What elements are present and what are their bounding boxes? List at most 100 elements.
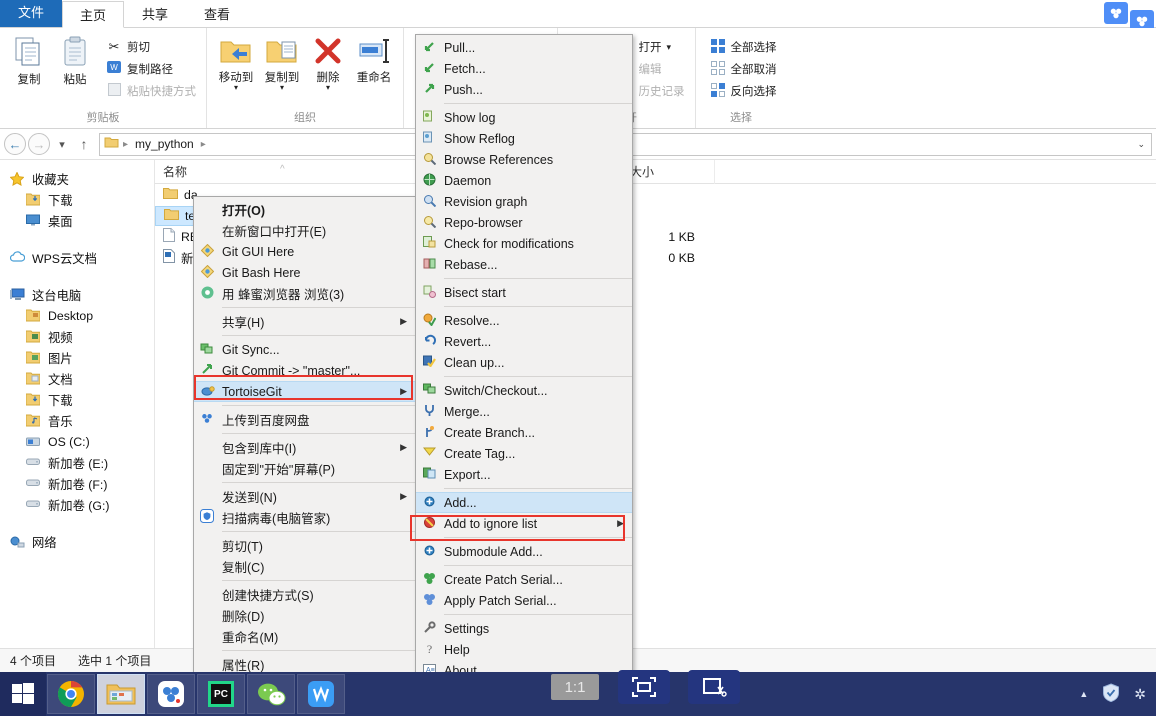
menu-item-help[interactable]: ? Help [416,639,632,660]
up-arrow-icon[interactable]: ↑ [74,136,94,152]
menu-item-create-patch-serial[interactable]: Create Patch Serial... [416,569,632,590]
menu-item-add-to-ignore-list[interactable]: Add to ignore list ▶ [416,513,632,534]
menu-item-fetch[interactable]: Fetch... [416,58,632,79]
menu-item-tortoisegit[interactable]: TortoiseGit ▶ [194,381,415,402]
chevron-down-icon[interactable]: ⌄ [1137,139,1147,150]
menu-item-submodule-add[interactable]: Submodule Add... [416,541,632,562]
ribbon-copy-button[interactable]: 复制 [6,32,52,87]
tortoisegit-submenu[interactable]: Pull... Fetch... Push... Show log Show R… [415,34,633,684]
ribbon-paste-button[interactable]: 粘贴 [52,32,98,87]
taskbar-item-file-explorer[interactable] [97,674,145,714]
menu-item-add[interactable]: Add... [416,492,632,513]
sidebar-item-videos[interactable]: 视频 [0,326,154,347]
menu-item-browse-references[interactable]: Browse References [416,149,632,170]
tab-file[interactable]: 文件 [0,0,63,27]
capture-region-button[interactable] [618,670,670,704]
tab-home[interactable]: 主页 [62,1,125,28]
menu-item-include-in-library[interactable]: 包含到库中(I) ▶ [194,437,415,458]
menu-item-copy[interactable]: 复制(C) [194,556,415,577]
menu-item-git-bash-here[interactable]: Git Bash Here [194,262,415,283]
sidebar-item-desktop[interactable]: 桌面 [0,210,154,231]
ribbon-copy-to-button[interactable]: 复制到 ▾ [259,32,305,92]
show-hidden-icons[interactable]: ▲ [1079,689,1088,699]
menu-item-share[interactable]: 共享(H) ▶ [194,311,415,332]
menu-item-merge[interactable]: Merge... [416,401,632,422]
settings-icon[interactable]: ✲ [1134,686,1146,703]
recent-locations-icon[interactable]: ▾ [52,138,72,151]
menu-item-cut[interactable]: 剪切(T) [194,535,415,556]
breadcrumb-my-python[interactable]: my_python [132,137,197,151]
menu-item-push[interactable]: Push... [416,79,632,100]
sidebar-item-drive-f[interactable]: 新加卷 (F:) [0,473,154,494]
menu-item-browse-with-honey[interactable]: 用 蜂蜜浏览器 浏览(3) [194,283,415,304]
ribbon-invert-selection-button[interactable]: 反向选择 [706,80,781,102]
menu-item-export[interactable]: Export... [416,464,632,485]
menu-item-resolve[interactable]: Resolve... [416,310,632,331]
menu-item-daemon[interactable]: Daemon [416,170,632,191]
menu-item-rename[interactable]: 重命名(M) [194,626,415,647]
menu-item-open-new-window[interactable]: 在新窗口中打开(E) [194,220,415,241]
sidebar-item-downloads[interactable]: 下载 [0,189,154,210]
sidebar-item-wps-cloud[interactable]: WPS云文档 [0,247,154,268]
sidebar-item-desktop-pc[interactable]: Desktop [0,305,154,326]
tab-share[interactable]: 共享 [124,0,186,27]
menu-item-bisect-start[interactable]: Bisect start [416,282,632,303]
sidebar-item-documents[interactable]: 文档 [0,368,154,389]
sidebar-item-pictures[interactable]: 图片 [0,347,154,368]
menu-item-send-to[interactable]: 发送到(N) ▶ [194,486,415,507]
ribbon-cut-button[interactable]: ✂ 剪切 [102,36,200,58]
menu-item-git-gui-here[interactable]: Git GUI Here [194,241,415,262]
menu-item-create-branch[interactable]: Create Branch... [416,422,632,443]
taskbar-item-wechat[interactable] [247,674,295,714]
menu-item-git-commit[interactable]: Git Commit -> "master"... [194,360,415,381]
chevron-down-icon[interactable]: ▾ [234,84,238,92]
breadcrumb-separator-1[interactable]: ▸ [201,139,206,150]
menu-item-open[interactable]: 打开(O) [194,199,415,220]
ribbon-copy-path-button[interactable]: W 复制路径 [102,58,200,80]
menu-item-git-sync[interactable]: Git Sync... [194,339,415,360]
snip-button[interactable] [688,670,740,704]
ribbon-select-none-button[interactable]: 全部取消 [706,58,781,80]
taskbar-item-chrome[interactable] [47,674,95,714]
ribbon-move-to-button[interactable]: 移动到 ▾ [213,32,259,92]
menu-item-repo-browser[interactable]: Repo-browser [416,212,632,233]
security-shield-icon[interactable] [1102,683,1120,705]
menu-item-create-tag[interactable]: Create Tag... [416,443,632,464]
sidebar-item-favorites[interactable]: 收藏夹 [0,168,154,189]
sidebar-item-os-c[interactable]: OS (C:) [0,431,154,452]
context-menu[interactable]: 打开(O) 在新窗口中打开(E) Git GUI Here Git Bash H… [193,196,416,678]
menu-item-settings[interactable]: Settings [416,618,632,639]
menu-item-show-reflog[interactable]: Show Reflog [416,128,632,149]
menu-item-delete[interactable]: 删除(D) [194,605,415,626]
menu-item-rebase[interactable]: Rebase... [416,254,632,275]
tab-view[interactable]: 查看 [186,0,248,27]
ribbon-paste-shortcut-button[interactable]: 粘贴快捷方式 [102,80,200,102]
taskbar-item-baidu-netdisk[interactable] [147,674,195,714]
sidebar-item-drive-g[interactable]: 新加卷 (G:) [0,494,154,515]
windows-start-icon[interactable] [0,672,46,716]
baidu-netdisk-icon[interactable] [1104,2,1128,24]
menu-item-scan-virus[interactable]: 扫描病毒(电脑管家) [194,507,415,528]
chevron-down-icon[interactable]: ▾ [326,84,330,92]
menu-item-revert[interactable]: Revert... [416,331,632,352]
taskbar-item-pycharm[interactable]: PC [197,674,245,714]
menu-item-apply-patch-serial[interactable]: Apply Patch Serial... [416,590,632,611]
column-header-name[interactable]: 名称 [155,159,445,184]
sidebar-item-this-pc[interactable]: 这台电脑 [0,284,154,305]
menu-item-revision-graph[interactable]: Revision graph [416,191,632,212]
menu-item-upload-baidu[interactable]: 上传到百度网盘 [194,409,415,430]
sidebar-item-network[interactable]: 网络 [0,531,154,552]
menu-item-switch-checkout[interactable]: Switch/Checkout... [416,380,632,401]
menu-item-pin-to-start[interactable]: 固定到"开始"屏幕(P) [194,458,415,479]
menu-item-create-shortcut[interactable]: 创建快捷方式(S) [194,584,415,605]
ribbon-select-all-button[interactable]: 全部选择 [706,36,781,58]
ribbon-delete-button[interactable]: 删除 ▾ [305,32,351,92]
chevron-down-icon[interactable]: ▾ [667,42,672,53]
taskbar-item-wps[interactable] [297,674,345,714]
forward-arrow-icon[interactable]: → [28,133,50,155]
menu-item-check-for-modifications[interactable]: Check for modifications [416,233,632,254]
back-arrow-icon[interactable]: ← [4,133,26,155]
sidebar-item-downloads-pc[interactable]: 下载 [0,389,154,410]
menu-item-pull[interactable]: Pull... [416,37,632,58]
menu-item-show-log[interactable]: Show log [416,107,632,128]
